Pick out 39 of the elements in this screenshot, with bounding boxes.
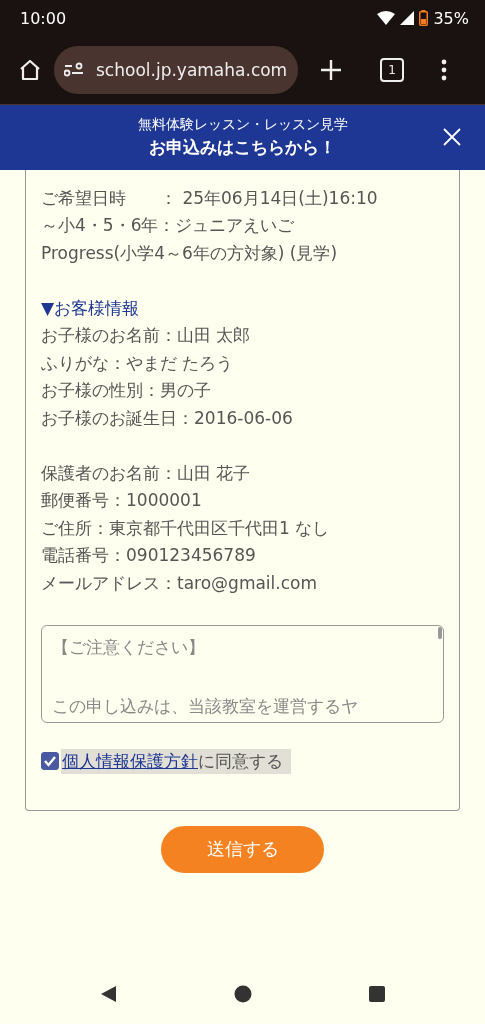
- site-settings-icon[interactable]: [64, 62, 84, 78]
- privacy-policy-link[interactable]: 個人情報保護方針: [62, 749, 198, 773]
- summary-line: ～小4・5・6年：ジュニアえいご: [41, 214, 296, 237]
- summary-line: ご希望日時 ： 25年06月14日(土)16:10: [41, 186, 379, 210]
- signal-icon: [400, 11, 415, 25]
- agree-checkbox[interactable]: [41, 752, 59, 770]
- url-text: school.jp.yamaha.com: [96, 60, 288, 80]
- notice-text: この申し込みは、当該教室を運営するヤ: [52, 694, 359, 718]
- summary-line: お子様の性別：男の子: [41, 379, 212, 402]
- promo-banner[interactable]: 無料体験レッスン・レッスン見学 お申込みはこちらから！: [0, 105, 485, 170]
- summary-line: メールアドレス：taro@gmail.com: [41, 571, 319, 595]
- battery-icon: [419, 10, 429, 26]
- scrollbar[interactable]: [438, 626, 442, 639]
- battery-level: 35%: [433, 8, 469, 28]
- banner-subtitle: 無料体験レッスン・レッスン見学: [137, 116, 348, 134]
- summary-line: Progress(小学4～6年の方対象) (見学): [41, 241, 339, 265]
- home-button-icon[interactable]: [233, 985, 252, 1003]
- section-heading: ▼お客様情報: [41, 296, 141, 320]
- wifi-icon: [377, 11, 396, 25]
- summary-line: お子様のお誕生日：2016-06-06: [41, 406, 294, 430]
- summary-line: ご住所：東京都千代田区千代田1 なし: [41, 516, 331, 540]
- close-icon[interactable]: [443, 128, 461, 146]
- summary-line: ふりがな：やまだ たろう: [41, 351, 235, 375]
- summary-line: 電話番号：090123456789: [41, 544, 257, 567]
- notice-text: 【ご注意ください】: [52, 635, 206, 659]
- menu-icon[interactable]: [441, 59, 447, 81]
- status-time: 10:00: [20, 8, 67, 28]
- recents-icon[interactable]: [367, 985, 386, 1003]
- summary-line: 郵便番号：1000001: [41, 489, 203, 512]
- banner-title: お申込みはこちらから！: [149, 136, 336, 159]
- tab-switcher[interactable]: 1: [380, 58, 404, 82]
- notice-box[interactable]: 【ご注意ください】 この申し込みは、当該教室を運営するヤ: [41, 624, 444, 723]
- home-icon[interactable]: [18, 58, 42, 82]
- new-tab-icon[interactable]: [320, 59, 342, 81]
- summary-line: 保護者のお名前：山田 花子: [41, 461, 252, 485]
- back-icon[interactable]: [99, 985, 118, 1003]
- address-bar[interactable]: school.jp.yamaha.com: [54, 46, 298, 94]
- summary-line: お子様のお名前：山田 太郎: [41, 324, 252, 347]
- consent-text: に同意する: [198, 749, 283, 773]
